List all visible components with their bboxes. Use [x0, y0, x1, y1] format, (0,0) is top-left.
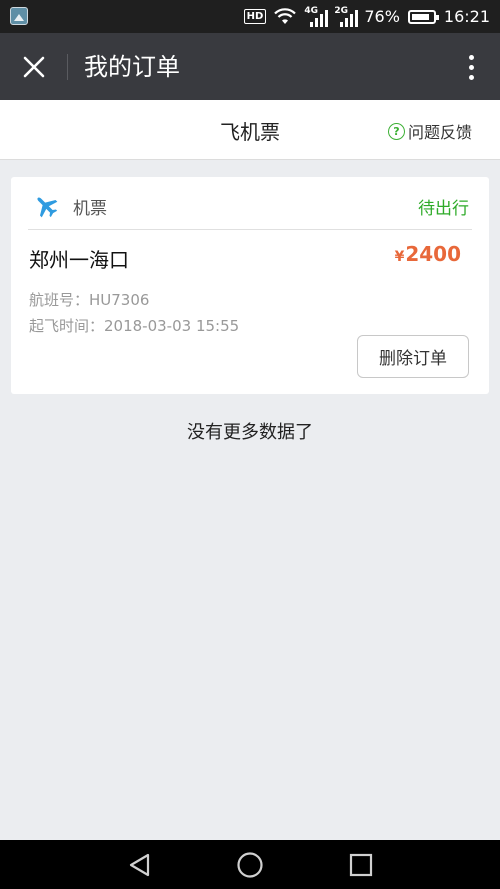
order-price: ¥2400 [395, 242, 461, 266]
order-type-label: 机票 [73, 199, 107, 219]
clock: 16:21 [443, 7, 490, 26]
card-divider [28, 229, 472, 230]
no-more-data-text: 没有更多数据了 [187, 422, 313, 443]
back-icon [129, 853, 150, 877]
navigation-bar [0, 840, 500, 889]
departure-time: 起飞时间：2018-03-03 15:55 [29, 317, 240, 335]
recent-apps-button[interactable] [346, 850, 376, 880]
recent-apps-icon [349, 853, 373, 877]
flight-route: 郑州一海口 [29, 248, 129, 272]
feedback-label: 问题反馈 [407, 123, 472, 142]
feedback-link[interactable]: ? 问题反馈 [387, 119, 472, 143]
close-icon [23, 56, 45, 78]
order-status: 待出行 [418, 199, 469, 219]
status-left [10, 7, 28, 25]
page-title: 我的订单 [84, 53, 180, 81]
hd-badge: HD [243, 9, 267, 24]
battery-percent: 76% [364, 7, 400, 26]
home-icon [237, 852, 263, 878]
flight-number: 航班号：HU7306 [29, 291, 150, 309]
status-right: HD 4G 2G 76% 16:21 [243, 0, 490, 33]
gallery-icon [10, 7, 28, 25]
airplane-icon [37, 197, 58, 218]
price-amount: 2400 [405, 242, 461, 266]
signal-icon: 4G [304, 6, 329, 27]
signal-icon: 2G [334, 6, 359, 27]
order-card[interactable]: 机票 待出行 郑州一海口 ¥2400 航班号：HU7306 起飞时间：2018-… [11, 177, 489, 394]
home-button[interactable] [235, 850, 265, 880]
sub-header: 飞机票 ? 问题反馈 [0, 100, 500, 160]
title-divider [67, 54, 68, 80]
title-bar: 我的订单 [0, 33, 500, 100]
back-button[interactable] [125, 850, 155, 880]
wifi-icon [274, 7, 297, 24]
more-button[interactable] [456, 47, 486, 87]
more-vertical-icon [468, 54, 474, 60]
order-type-row: 机票 待出行 [11, 177, 489, 229]
delete-order-button[interactable]: 删除订单 [357, 335, 469, 378]
help-circle-icon: ? [387, 122, 405, 140]
status-bar: HD 4G 2G 76% 16:21 [0, 0, 500, 33]
price-currency: ¥ [394, 249, 405, 265]
close-button[interactable] [14, 47, 54, 87]
battery-icon [407, 9, 439, 24]
